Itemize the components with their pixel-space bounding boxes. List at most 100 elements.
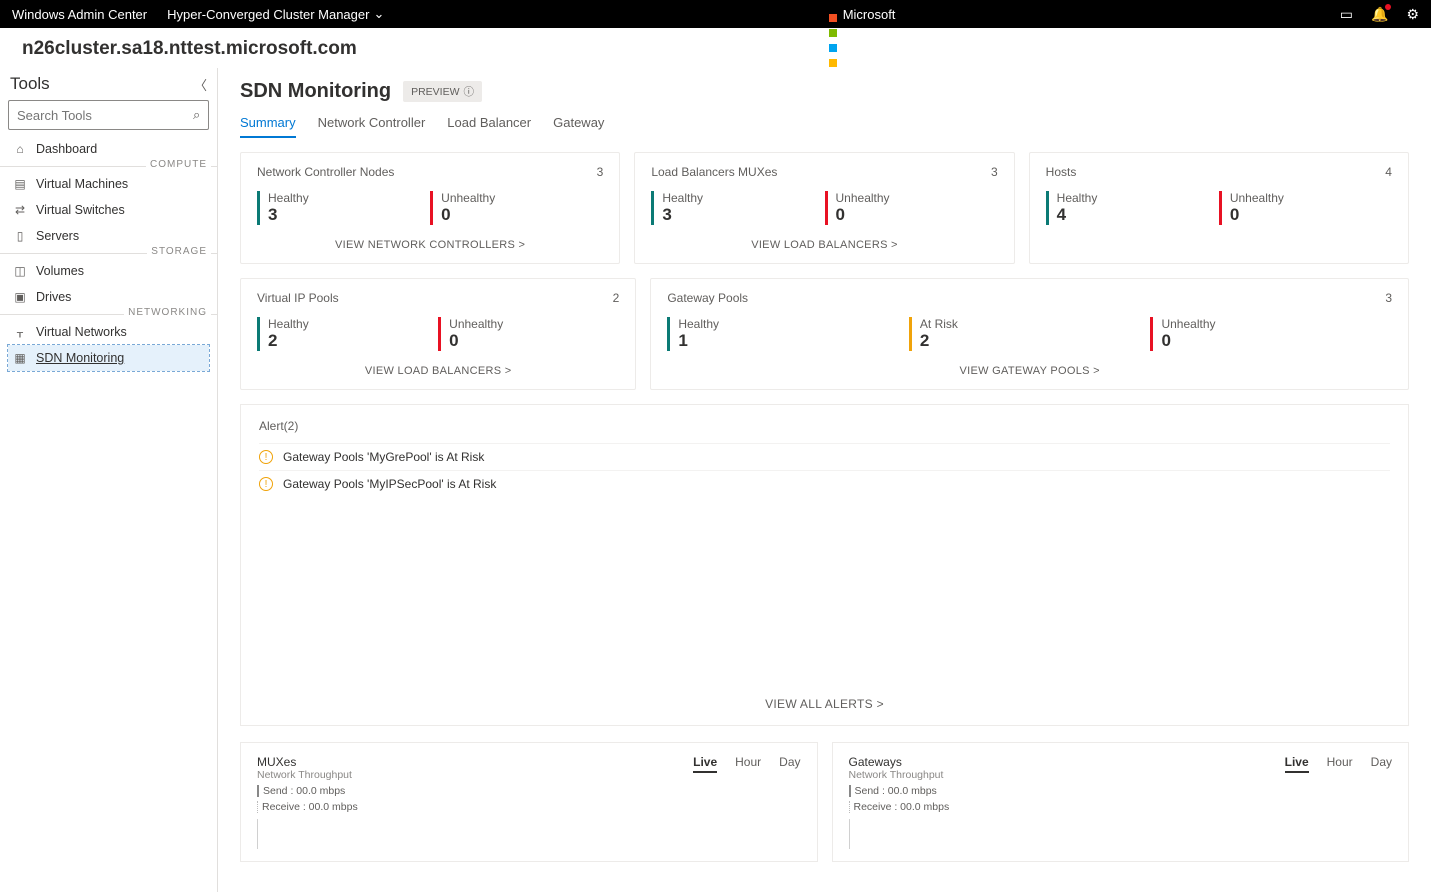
app-title[interactable]: Windows Admin Center [12, 7, 147, 22]
sidebar-item-volumes[interactable]: ◫ Volumes [8, 258, 209, 284]
time-tab-live[interactable]: Live [693, 755, 717, 773]
card-load-balancer-muxes: Load Balancers MUXes 3 Healthy3 Unhealthy… [634, 152, 1014, 264]
stat-unhealthy: Unhealthy0 [430, 191, 603, 225]
sidebar-item-virtual-networks[interactable]: ᚁ Virtual Networks [8, 319, 209, 345]
alert-row[interactable]: ! Gateway Pools 'MyIPSecPool' is At Risk [259, 470, 1390, 497]
stat-healthy: Healthy4 [1046, 191, 1219, 225]
page-tabs: Summary Network Controller Load Balancer… [240, 109, 1409, 138]
sidebar-item-label: Volumes [36, 264, 84, 278]
info-icon: ⓘ [464, 84, 475, 99]
chart-area [257, 819, 790, 849]
search-icon: ⌕ [193, 107, 200, 123]
section-storage: STORAGE [0, 253, 217, 254]
tools-heading: Tools [10, 74, 50, 94]
chart-area [849, 819, 1382, 849]
sidebar-item-virtual-machines[interactable]: ▤ Virtual Machines [8, 171, 209, 197]
page-title: SDN Monitoring [240, 80, 391, 103]
microsoft-logo-icon [829, 10, 837, 18]
sidebar-item-virtual-switches[interactable]: ⇄ Virtual Switches [8, 197, 209, 223]
main-content: SDN Monitoring PREVIEW ⓘ Summary Network… [218, 68, 1431, 892]
card-total: 3 [1385, 291, 1392, 305]
alert-row[interactable]: ! Gateway Pools 'MyGrePool' is At Risk [259, 443, 1390, 470]
volume-icon: ◫ [12, 264, 28, 278]
warning-icon: ! [259, 450, 273, 464]
card-network-controller-nodes: Network Controller Nodes 3 Healthy3 Unhea… [240, 152, 620, 264]
tab-load-balancer[interactable]: Load Balancer [447, 109, 531, 138]
brand-label: Microsoft [843, 7, 896, 22]
chart-subtitle: Network Throughput [257, 769, 358, 781]
switch-icon: ⇄ [12, 203, 28, 217]
sidebar-item-label: Virtual Networks [36, 325, 127, 339]
stat-at-risk: At Risk2 [909, 317, 1151, 351]
legend-receive: Receive : 00.0 mbps [849, 801, 950, 813]
sidebar-item-label: Virtual Switches [36, 203, 125, 217]
stat-healthy: Healthy3 [651, 191, 824, 225]
card-title: Load Balancers MUXes [651, 165, 777, 179]
card-title: Virtual IP Pools [257, 291, 339, 305]
card-total: 3 [597, 165, 604, 179]
time-tab-day[interactable]: Day [1371, 755, 1392, 773]
stat-healthy: Healthy1 [667, 317, 909, 351]
tab-summary[interactable]: Summary [240, 109, 296, 138]
view-load-balancers-link[interactable]: VIEW LOAD BALANCERS > [651, 239, 997, 251]
tab-gateway[interactable]: Gateway [553, 109, 604, 138]
alert-text: Gateway Pools 'MyIPSecPool' is At Risk [283, 477, 496, 491]
card-total: 3 [991, 165, 998, 179]
card-total: 4 [1385, 165, 1392, 179]
stat-unhealthy: Unhealthy0 [1219, 191, 1392, 225]
stat-unhealthy: Unhealthy0 [1150, 317, 1392, 351]
time-tab-live[interactable]: Live [1285, 755, 1309, 773]
module-dropdown[interactable]: Hyper-Converged Cluster Manager ⌄ [167, 6, 384, 22]
stat-healthy: Healthy3 [257, 191, 430, 225]
drive-icon: ▣ [12, 290, 28, 304]
time-tab-hour[interactable]: Hour [735, 755, 761, 773]
stat-unhealthy: Unhealthy0 [825, 191, 998, 225]
alert-text: Gateway Pools 'MyGrePool' is At Risk [283, 450, 484, 464]
section-networking: NETWORKING [0, 314, 217, 315]
legend-send: Send : 00.0 mbps [849, 785, 950, 797]
card-title: Gateway Pools [667, 291, 748, 305]
card-gateway-pools: Gateway Pools 3 Healthy1 At Risk2 Unhealt… [650, 278, 1409, 390]
home-icon: ⌂ [12, 142, 28, 156]
server-icon: ▯ [12, 229, 28, 243]
monitor-icon: ▦ [12, 351, 28, 365]
sidebar-item-label: Virtual Machines [36, 177, 128, 191]
topbar: Windows Admin Center Hyper-Converged Clu… [0, 0, 1431, 28]
stat-unhealthy: Unhealthy0 [438, 317, 619, 351]
view-load-balancers-link-2[interactable]: VIEW LOAD BALANCERS > [257, 365, 619, 377]
card-title: Network Controller Nodes [257, 165, 394, 179]
chart-title: Gateways [849, 755, 950, 769]
card-virtual-ip-pools: Virtual IP Pools 2 Healthy2 Unhealthy0 VI… [240, 278, 636, 390]
view-all-alerts-link[interactable]: VIEW ALL ALERTS > [259, 697, 1390, 711]
alerts-title: Alert(2) [259, 419, 1390, 433]
warning-icon: ! [259, 477, 273, 491]
search-tools-field[interactable] [17, 108, 193, 123]
notifications-icon[interactable]: 🔔 [1371, 6, 1388, 23]
settings-icon[interactable]: ⚙ [1406, 6, 1419, 23]
sidebar-item-sdn-monitoring[interactable]: ▦ SDN Monitoring [8, 345, 209, 371]
sidebar-item-label: SDN Monitoring [36, 351, 124, 365]
tab-network-controller[interactable]: Network Controller [318, 109, 426, 138]
card-alerts: Alert(2) ! Gateway Pools 'MyGrePool' is … [240, 404, 1409, 726]
time-range-tabs: Live Hour Day [1285, 755, 1392, 773]
legend-receive: Receive : 00.0 mbps [257, 801, 358, 813]
view-network-controllers-link[interactable]: VIEW NETWORK CONTROLLERS > [257, 239, 603, 251]
chart-gateways: Gateways Network Throughput Send : 00.0 … [832, 742, 1410, 862]
time-tab-day[interactable]: Day [779, 755, 800, 773]
legend-send: Send : 00.0 mbps [257, 785, 358, 797]
vm-icon: ▤ [12, 177, 28, 191]
search-tools-input[interactable]: ⌕ [8, 100, 209, 130]
screen-icon[interactable]: ▭ [1340, 6, 1353, 23]
card-title: Hosts [1046, 165, 1077, 179]
time-range-tabs: Live Hour Day [693, 755, 800, 773]
chevron-down-icon: ⌄ [373, 6, 384, 22]
view-gateway-pools-link[interactable]: VIEW GATEWAY POOLS > [667, 365, 1392, 377]
card-hosts: Hosts 4 Healthy4 Unhealthy0 [1029, 152, 1409, 264]
collapse-sidebar-icon[interactable]: 〈 [194, 75, 207, 94]
card-total: 2 [613, 291, 620, 305]
time-tab-hour[interactable]: Hour [1327, 755, 1353, 773]
chart-subtitle: Network Throughput [849, 769, 950, 781]
module-label: Hyper-Converged Cluster Manager [167, 7, 369, 22]
stat-healthy: Healthy2 [257, 317, 438, 351]
cluster-title: n26cluster.sa18.nttest.microsoft.com [0, 28, 1431, 68]
